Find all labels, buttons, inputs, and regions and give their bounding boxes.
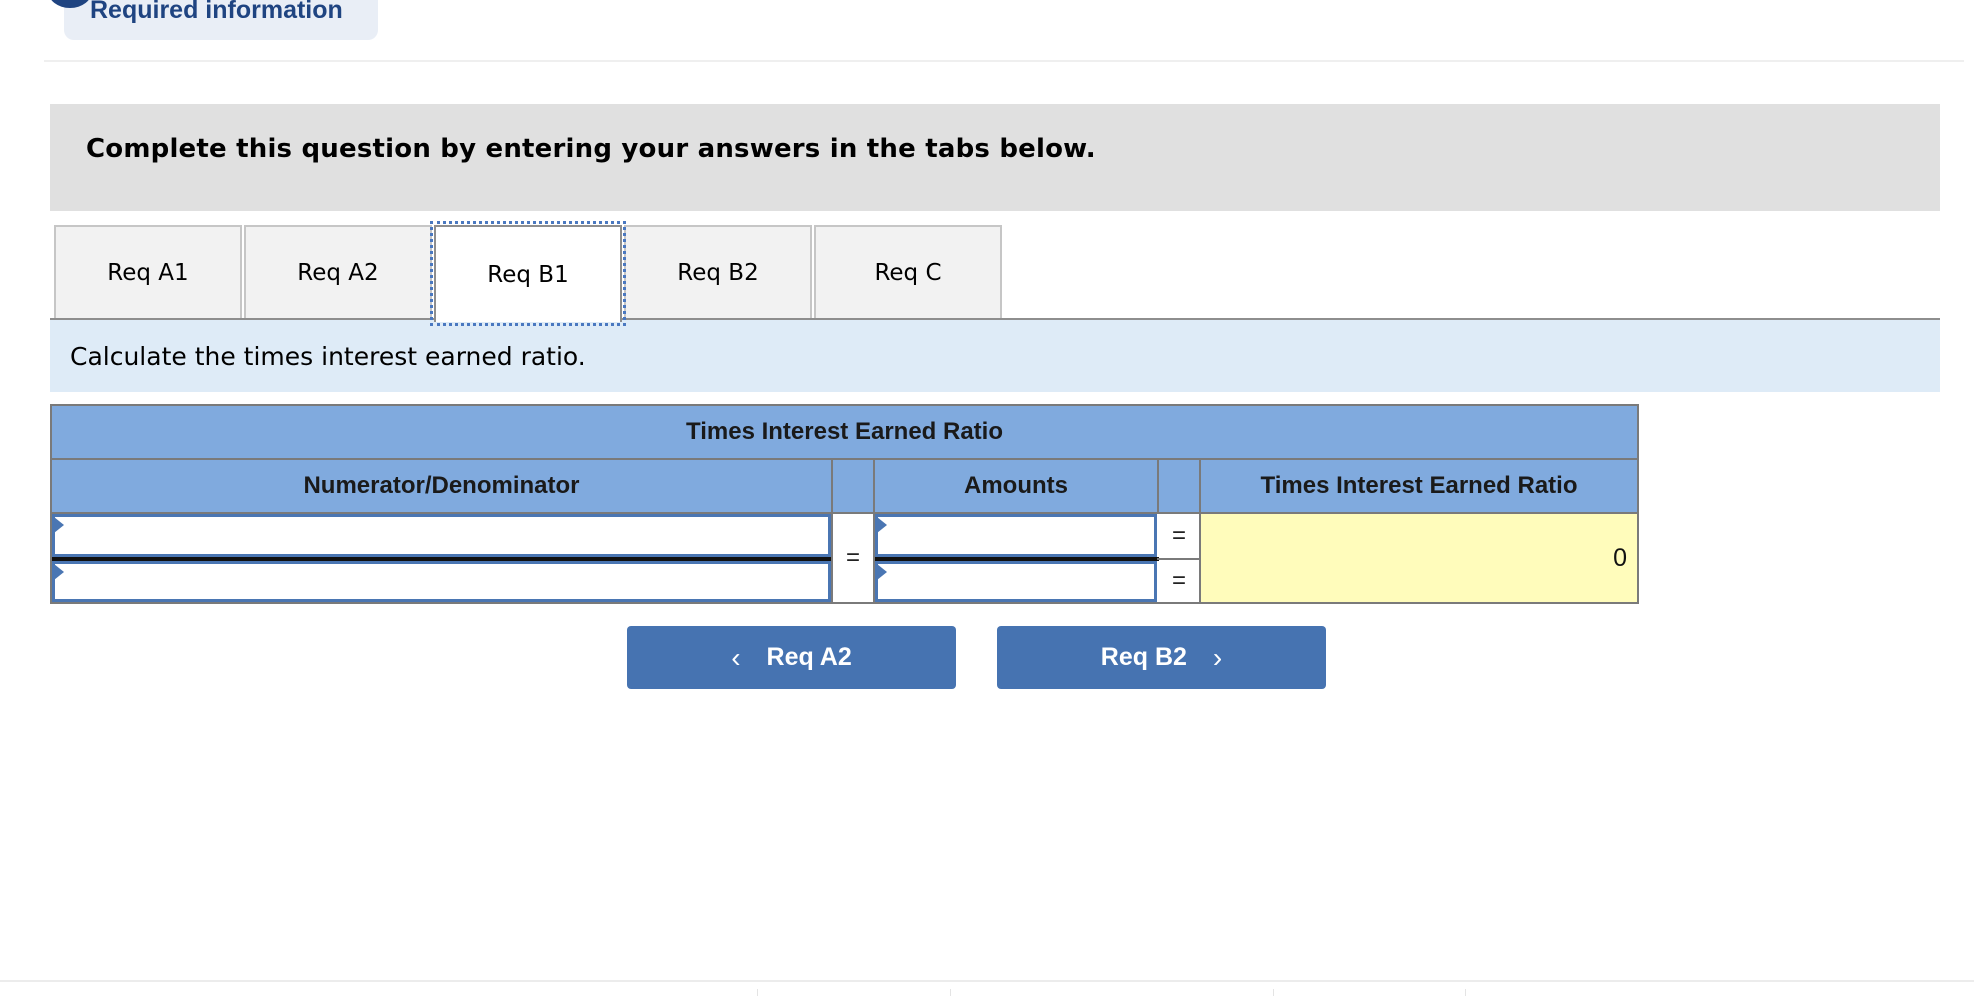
instructions-banner: Complete this question by entering your … bbox=[50, 104, 1940, 211]
tab-req-b1[interactable]: Req B1 bbox=[430, 221, 626, 326]
chevron-left-icon: ‹ bbox=[731, 641, 741, 673]
bottom-divider bbox=[0, 980, 1974, 982]
numerator-amount-field[interactable] bbox=[875, 514, 1157, 557]
next-req-b2-button[interactable]: Req B2 › bbox=[997, 626, 1326, 689]
numerator-label-input[interactable] bbox=[55, 517, 828, 554]
banner-text: Complete this question by entering your … bbox=[86, 134, 1096, 164]
prev-button-label: Req A2 bbox=[766, 643, 852, 671]
column-divider bbox=[873, 460, 875, 512]
column-divider bbox=[1157, 460, 1159, 512]
column-divider bbox=[873, 514, 875, 602]
next-button-label: Req B2 bbox=[1100, 643, 1187, 671]
column-header-numerator-denominator: Numerator/Denominator bbox=[52, 460, 831, 512]
dropdown-marker-icon bbox=[54, 517, 64, 533]
times-interest-earned-table: Times Interest Earned Ratio Numerator/De… bbox=[50, 404, 1639, 604]
numerator-amount-input[interactable] bbox=[878, 517, 1154, 554]
column-header-eq-blank bbox=[833, 460, 873, 512]
tab-req-a2[interactable]: Req A2 bbox=[244, 225, 432, 319]
numerator-label-field[interactable] bbox=[52, 514, 831, 557]
prev-req-a2-button[interactable]: ‹ Req A2 bbox=[627, 626, 956, 689]
tab-req-a1[interactable]: Req A1 bbox=[54, 225, 242, 319]
dropdown-marker-icon bbox=[54, 564, 64, 580]
instruction-text: Calculate the times interest earned rati… bbox=[70, 342, 586, 371]
equals-sign: = bbox=[845, 544, 860, 571]
instruction-band: Calculate the times interest earned rati… bbox=[50, 320, 1940, 392]
column-header-amounts: Amounts bbox=[875, 460, 1157, 512]
denominator-amount-field[interactable] bbox=[875, 561, 1157, 602]
column-header-ratio: Times Interest Earned Ratio bbox=[1201, 460, 1637, 512]
tab-req-c[interactable]: Req C bbox=[814, 225, 1002, 319]
column-header-eq2-blank bbox=[1159, 460, 1199, 512]
denominator-amount-input[interactable] bbox=[878, 564, 1154, 599]
tab-req-b2[interactable]: Req B2 bbox=[624, 225, 812, 319]
table-title: Times Interest Earned Ratio bbox=[52, 406, 1637, 458]
denominator-label-field[interactable] bbox=[52, 561, 831, 602]
denominator-label-input[interactable] bbox=[55, 564, 828, 599]
equals-sign-row-1: = bbox=[1171, 522, 1186, 549]
top-divider bbox=[44, 60, 1964, 62]
dropdown-marker-icon bbox=[877, 517, 887, 533]
ratio-result-value: 0 bbox=[1201, 514, 1637, 602]
required-information-label[interactable]: Required information bbox=[90, 0, 343, 25]
equals-sign-row-2: = bbox=[1171, 567, 1186, 594]
dropdown-marker-icon bbox=[877, 564, 887, 580]
chevron-right-icon: › bbox=[1212, 641, 1223, 673]
